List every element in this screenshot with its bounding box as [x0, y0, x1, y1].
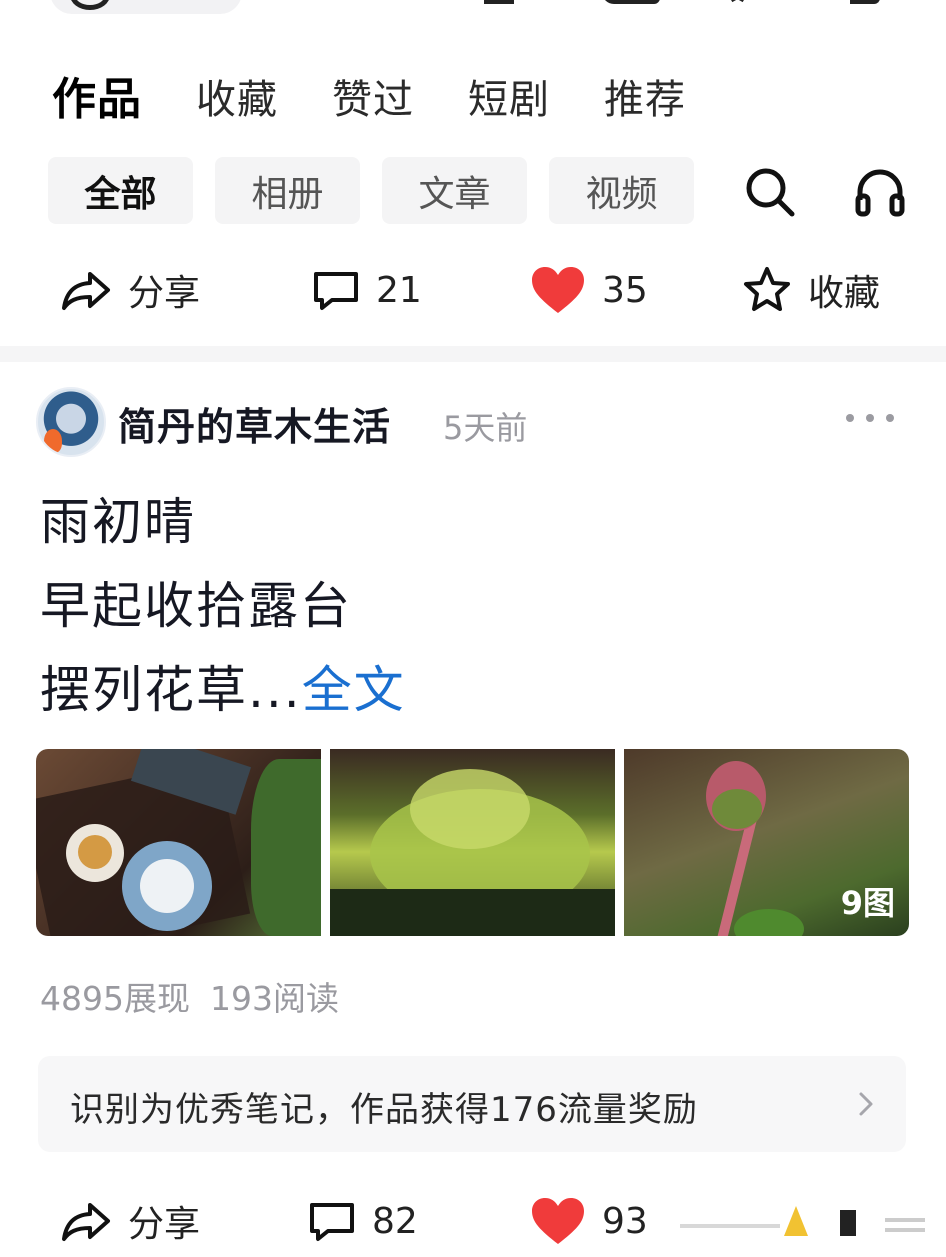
- notice-text: 识别为优秀笔记，作品获得176流量奖励: [70, 1090, 698, 1130]
- post-time: 5天前: [443, 409, 528, 447]
- filter-articles[interactable]: 文章: [382, 157, 527, 224]
- watermark-logo: [680, 1186, 946, 1256]
- tab-short-drama[interactable]: 短剧: [468, 70, 550, 130]
- headphones-icon[interactable]: [850, 162, 910, 222]
- post-body[interactable]: 雨初晴 早起收拾露台 摆列花草...全文: [40, 480, 406, 732]
- tab-liked[interactable]: 赞过: [332, 70, 414, 130]
- filter-all[interactable]: 全部: [48, 157, 193, 224]
- toolbar-icon-4[interactable]: [850, 0, 880, 4]
- content-filter-chips: 全部 相册 文章 视频: [48, 157, 716, 224]
- comment-count: 21: [376, 269, 422, 311]
- tab-recommend[interactable]: 推荐: [604, 70, 686, 130]
- post-line-2: 早起收拾露台: [40, 577, 352, 635]
- post-share-button[interactable]: 分享: [60, 1186, 200, 1256]
- author-name[interactable]: 简丹的草木生活: [118, 396, 391, 451]
- favorite-button[interactable]: 收藏: [742, 255, 880, 325]
- tab-works[interactable]: 作品: [52, 70, 142, 130]
- toolbar-icon-1[interactable]: [484, 0, 514, 4]
- more-options-icon[interactable]: [846, 408, 894, 428]
- post-like-count: 93: [602, 1200, 648, 1242]
- author-avatar[interactable]: [36, 387, 106, 457]
- post-line-3: 摆列花草...: [40, 661, 302, 719]
- like-count: 35: [602, 269, 648, 311]
- share-label: 分享: [128, 273, 201, 314]
- comment-icon: [314, 272, 358, 310]
- like-button[interactable]: 35: [530, 255, 648, 325]
- post-comment-button[interactable]: 82: [308, 1186, 418, 1256]
- traffic-reward-notice[interactable]: 识别为优秀笔记，作品获得176流量奖励: [38, 1056, 906, 1152]
- filter-albums[interactable]: 相册: [215, 157, 360, 224]
- comment-icon: [310, 1203, 354, 1241]
- toolbar-icon-2[interactable]: [602, 0, 660, 4]
- avatar-flame-decoration: [44, 429, 62, 453]
- post-comment-count: 82: [372, 1200, 418, 1242]
- image-count-badge: 9图: [840, 884, 895, 922]
- tab-favorites[interactable]: 收藏: [196, 70, 278, 130]
- comment-button[interactable]: 21: [312, 255, 422, 325]
- post-stats: 4895展现 193阅读: [40, 972, 339, 1020]
- search-icon[interactable]: [740, 162, 800, 222]
- feed-divider: [0, 346, 946, 362]
- post-share-label: 分享: [128, 1204, 201, 1245]
- heart-icon: [532, 267, 584, 313]
- reads-count: 193阅读: [209, 979, 339, 1018]
- share-button[interactable]: 分享: [60, 255, 200, 325]
- post-image-grid: 9图: [36, 749, 909, 936]
- favorite-label: 收藏: [808, 273, 881, 314]
- top-bar-partial: [0, 0, 946, 18]
- filter-videos[interactable]: 视频: [549, 157, 694, 224]
- post-image-herbs[interactable]: [330, 749, 615, 936]
- post-image-flower-bud[interactable]: 9图: [624, 749, 909, 936]
- post-like-button[interactable]: 93: [530, 1186, 648, 1256]
- post-line-1: 雨初晴: [40, 493, 196, 551]
- views-count: 4895展现: [40, 979, 190, 1018]
- prev-post-action-bar: 分享 21 35 收藏: [0, 255, 946, 325]
- chevron-right-icon: [859, 1092, 873, 1116]
- star-icon: [744, 267, 790, 311]
- share-icon: [62, 1203, 110, 1241]
- toolbar-icon-3[interactable]: [722, 0, 754, 4]
- read-more-link[interactable]: 全文: [302, 661, 406, 719]
- watermark-icon: [680, 1206, 925, 1236]
- post-image-tea[interactable]: [36, 749, 321, 936]
- post-action-bar: 分享 82 93: [0, 1186, 946, 1256]
- share-icon: [62, 272, 110, 310]
- profile-tabs: 作品 收藏 赞过 短剧 推荐: [52, 70, 740, 130]
- heart-icon: [532, 1198, 584, 1244]
